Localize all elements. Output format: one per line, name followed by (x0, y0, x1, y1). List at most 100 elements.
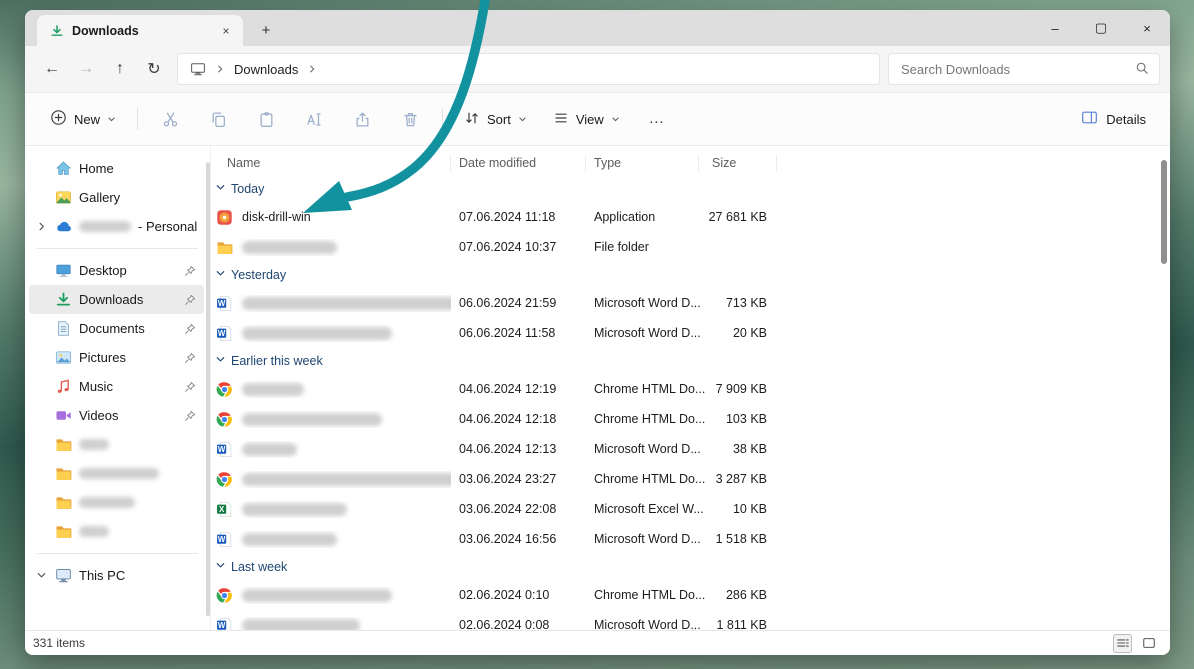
toolbar-separator (442, 108, 444, 130)
group-header-today[interactable]: Today (211, 176, 1170, 202)
chevron-down-icon (35, 570, 48, 581)
breadcrumb-item-downloads[interactable]: Downloads (234, 62, 298, 77)
file-size: 103 KB (725, 412, 767, 426)
group-header-yesterday[interactable]: Yesterday (211, 262, 1170, 288)
file-row[interactable]: W 04.06.2024 12:13 Microsoft Word D... 3… (211, 434, 1170, 464)
column-header-type[interactable]: Type (586, 155, 699, 172)
back-button[interactable]: ← (35, 53, 69, 85)
column-header-name[interactable]: Name (211, 155, 451, 172)
chevron-right-icon (307, 62, 317, 77)
up-button[interactable]: ↑ (103, 53, 137, 85)
rename-button[interactable] (294, 102, 334, 136)
sidebar-item-home[interactable]: Home (29, 154, 204, 183)
sort-button[interactable]: Sort (455, 102, 536, 136)
delete-button[interactable] (390, 102, 430, 136)
sidebar-item-folder-3[interactable] (29, 488, 204, 517)
file-date-modified: 02.06.2024 0:10 (459, 588, 550, 602)
copy-button[interactable] (198, 102, 238, 136)
sidebar-item-music[interactable]: Music (29, 372, 204, 401)
explorer-tab-downloads[interactable]: Downloads × (37, 15, 243, 46)
pin-icon (184, 265, 196, 277)
sidebar-item-folder-2[interactable] (29, 459, 204, 488)
thispc-icon (55, 567, 72, 584)
file-row[interactable]: 02.06.2024 0:10 Chrome HTML Do... 286 KB (211, 580, 1170, 610)
navigation-sidebar: Home Gallery - Personal Desktop Download… (25, 146, 210, 630)
music-icon (55, 378, 72, 395)
chevron-right-icon (215, 62, 225, 77)
sidebar-item-documents[interactable]: Documents (29, 314, 204, 343)
file-type: Microsoft Word D... (594, 532, 701, 546)
vertical-scrollbar[interactable] (1161, 160, 1167, 264)
chevron-down-icon (611, 112, 620, 127)
sidebar-label: Documents (79, 321, 145, 336)
file-row[interactable]: X 03.06.2024 22:08 Microsoft Excel W... … (211, 494, 1170, 524)
sidebar-label: Pictures (79, 350, 126, 365)
column-header-size[interactable]: Size (699, 155, 777, 172)
svg-text:W: W (218, 534, 226, 543)
sidebar-label: Music (79, 379, 113, 394)
file-date-modified: 06.06.2024 11:58 (459, 326, 556, 340)
forward-button[interactable]: → (69, 53, 103, 85)
file-name-cell (211, 239, 451, 256)
details-view-toggle[interactable] (1113, 633, 1132, 653)
file-type: Chrome HTML Do... (594, 412, 706, 426)
file-row[interactable]: W 03.06.2024 16:56 Microsoft Word D... 1… (211, 524, 1170, 554)
more-options-button[interactable]: … (637, 102, 677, 136)
tab-close-icon[interactable]: × (217, 22, 235, 40)
navigation-bar: ← → ↑ ↻ Downloads Search Downloads (25, 46, 1170, 92)
file-type: Application (594, 210, 656, 224)
sidebar-item-desktop[interactable]: Desktop (29, 256, 204, 285)
file-name-cell (211, 471, 451, 488)
new-button-label: New (74, 111, 101, 127)
sidebar-item-folder-4[interactable] (29, 517, 204, 546)
thumbnail-view-toggle[interactable] (1139, 634, 1158, 653)
file-row[interactable]: W 06.06.2024 11:58 Microsoft Word D... 2… (211, 318, 1170, 348)
details-pane-button[interactable]: Details (1073, 102, 1154, 136)
group-label: Yesterday (231, 268, 287, 282)
file-row[interactable]: 07.06.2024 10:37 File folder (211, 232, 1170, 262)
file-row[interactable]: 04.06.2024 12:19 Chrome HTML Do... 7 909… (211, 374, 1170, 404)
sidebar-item-downloads[interactable]: Downloads (29, 285, 204, 314)
view-button[interactable]: View (544, 102, 629, 136)
file-name-cell: disk-drill-win (211, 209, 451, 226)
onedrive-icon (55, 218, 72, 235)
breadcrumb[interactable]: Downloads (177, 53, 880, 85)
sidebar-item-pictures[interactable]: Pictures (29, 343, 204, 372)
command-bar: New Sort View … Details (25, 92, 1170, 146)
new-button[interactable]: New (41, 102, 125, 136)
group-header-earlier-this-week[interactable]: Earlier this week (211, 348, 1170, 374)
pin-icon (184, 352, 196, 364)
sidebar-label: Downloads (79, 292, 144, 307)
tab-bar: Downloads × + – ▢ × (25, 10, 1170, 46)
sidebar-item-onedrive-personal[interactable]: - Personal (29, 212, 204, 241)
search-input[interactable]: Search Downloads (888, 53, 1160, 85)
chrome-icon (216, 411, 233, 428)
file-row[interactable]: W 02.06.2024 0:08 Microsoft Word D... 1 … (211, 610, 1170, 630)
sidebar-item-this-pc[interactable]: This PC (29, 561, 204, 590)
file-size: 713 KB (725, 296, 767, 310)
word-icon: W (216, 325, 233, 342)
file-row[interactable]: 03.06.2024 23:27 Chrome HTML Do... 3 287… (211, 464, 1170, 494)
close-button[interactable]: × (1124, 10, 1170, 46)
file-type: Microsoft Word D... (594, 296, 701, 310)
share-button[interactable] (342, 102, 382, 136)
cut-button[interactable] (150, 102, 190, 136)
redacted-file-name (242, 472, 451, 486)
chevron-down-icon (518, 112, 527, 127)
paste-button[interactable] (246, 102, 286, 136)
minimize-button[interactable]: – (1032, 10, 1078, 46)
file-size: 38 KB (732, 442, 767, 456)
file-row-disk-drill-win[interactable]: disk-drill-win 07.06.2024 11:18 Applicat… (211, 202, 1170, 232)
diskdrill-icon (216, 209, 233, 226)
sidebar-item-gallery[interactable]: Gallery (29, 183, 204, 212)
group-header-last-week[interactable]: Last week (211, 554, 1170, 580)
refresh-button[interactable]: ↻ (137, 53, 171, 85)
sidebar-item-folder-1[interactable] (29, 430, 204, 459)
new-tab-button[interactable]: + (255, 22, 277, 39)
file-row[interactable]: W 06.06.2024 21:59 Microsoft Word D... 7… (211, 288, 1170, 318)
sidebar-item-videos[interactable]: Videos (29, 401, 204, 430)
chevron-down-icon (215, 354, 226, 368)
file-row[interactable]: 04.06.2024 12:18 Chrome HTML Do... 103 K… (211, 404, 1170, 434)
maximize-button[interactable]: ▢ (1078, 10, 1124, 46)
column-header-date-modified[interactable]: Date modified (451, 155, 586, 172)
